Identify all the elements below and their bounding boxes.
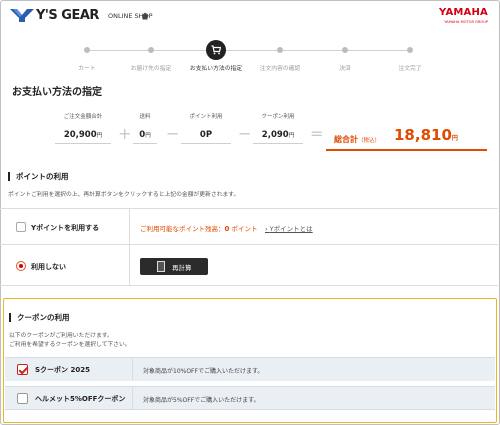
header: Y'S GEAR ONLINE SHOP YAMAHA YAMAHA MOTOR… <box>0 0 498 30</box>
calculator-icon <box>157 261 165 272</box>
no-use-radio[interactable] <box>16 261 26 271</box>
logo-text: Y'S GEAR <box>36 8 99 23</box>
coupon-discount-box: クーポン利用 2,090円 <box>253 112 303 144</box>
step-dot-active <box>206 40 226 60</box>
points-label: ポイント利用 <box>189 114 223 120</box>
coupon-checkbox[interactable] <box>17 393 28 404</box>
total-box: 総合計（税込） 18,810円 <box>326 125 487 151</box>
no-use-label: 利用しない <box>31 263 66 271</box>
step-dot <box>277 47 283 53</box>
ysgear-mark-icon <box>10 9 34 22</box>
price-summary: ご注文金額合計 20,900円 + 送料 0円 − ポイント利用 0P − クー… <box>0 112 498 152</box>
coupon-discount-value: 2,090円 <box>253 126 303 144</box>
points-value: 0P <box>181 126 231 144</box>
shipping-value: 0円 <box>133 126 157 144</box>
points-use-checkbox[interactable] <box>16 222 26 232</box>
coupon-note-1: 以下のクーポンがご利用いただけます。 <box>9 333 113 339</box>
shipping-label: 送料 <box>139 114 151 120</box>
subtotal-label: ご注文金額合計 <box>63 114 103 120</box>
subtotal-box: ご注文金額合計 20,900円 <box>55 112 111 144</box>
coupon-heading: クーポンの利用 <box>9 313 70 322</box>
ysgear-logo[interactable]: Y'S GEAR <box>10 8 100 24</box>
subtotal-value: 20,900円 <box>55 126 111 144</box>
total-value: 18,810円 <box>394 126 458 144</box>
brand-sub: YAMAHA MOTOR GROUP <box>444 20 488 24</box>
brand-name: YAMAHA <box>438 7 488 18</box>
points-note: ポイントご利用を選択の上、再計算ボタンをクリックすると上記の金額が更新されます。 <box>8 192 240 198</box>
total-label: 総合計（税込） <box>334 135 381 144</box>
equals-operator: = <box>310 124 324 143</box>
coupon-description: 対象商品が10%OFFでご購入いただけます。 <box>143 368 264 375</box>
points-box: ポイント利用 0P <box>181 112 231 144</box>
step-dot <box>407 47 413 53</box>
step-complete: 注文完了 <box>365 40 455 72</box>
points-use-label: Yポイントを利用する <box>31 224 100 232</box>
coupon-description: 対象商品が5%OFFでご購入いただけます。 <box>143 397 260 404</box>
recalculate-button[interactable]: 再計算 <box>140 258 208 275</box>
coupon-section: クーポンの利用 以下のクーポンがご利用いただけます。 ご利用を希望するクーポンを… <box>3 298 497 423</box>
yamaha-logo[interactable]: YAMAHA YAMAHA MOTOR GROUP <box>428 5 488 27</box>
points-heading: ポイントの利用 <box>8 172 69 181</box>
coupon-checkbox-checked[interactable] <box>17 364 28 375</box>
cart-icon <box>211 45 221 55</box>
coupon-discount-label: クーポン利用 <box>261 114 295 120</box>
step-label: 注文完了 <box>398 66 422 72</box>
step-dot <box>148 47 154 53</box>
step-dot <box>84 47 90 53</box>
minus-operator: − <box>238 124 252 143</box>
points-no-use-row[interactable]: 利用しない 再計算 <box>0 244 498 286</box>
minus-operator: − <box>166 124 180 143</box>
home-icon[interactable] <box>141 12 149 20</box>
shipping-box: 送料 0円 <box>133 112 157 144</box>
coupon-row-s2025[interactable]: Sクーポン 2025 対象商品が10%OFFでご購入いただけます。 <box>5 357 495 381</box>
coupon-name: ヘルメット5%OFFクーポン <box>35 395 126 403</box>
checkout-stepper: カート お届け先の指定 お支払い方法の指定 注文内容の確認 決済 注文完了 <box>0 40 498 75</box>
coupon-name: Sクーポン 2025 <box>35 366 90 374</box>
step-dot <box>342 47 348 53</box>
plus-operator: + <box>118 124 132 143</box>
about-points-link[interactable]: › Yポイントとは <box>265 223 313 233</box>
coupon-note-2: ご利用を希望するクーポンを選択して下さい。 <box>9 342 131 348</box>
coupon-row-helmet[interactable]: ヘルメット5%OFFクーポン 対象商品が5%OFFでご購入いただけます。 <box>5 386 495 410</box>
points-use-row[interactable]: Yポイントを利用する ご利用可能なポイント残高：0 ポイント › Yポイントとは <box>0 208 498 244</box>
available-points: ご利用可能なポイント残高：0 ポイント <box>140 225 258 233</box>
page-title: お支払い方法の指定 <box>12 87 102 98</box>
recalculate-label: 再計算 <box>172 264 192 272</box>
